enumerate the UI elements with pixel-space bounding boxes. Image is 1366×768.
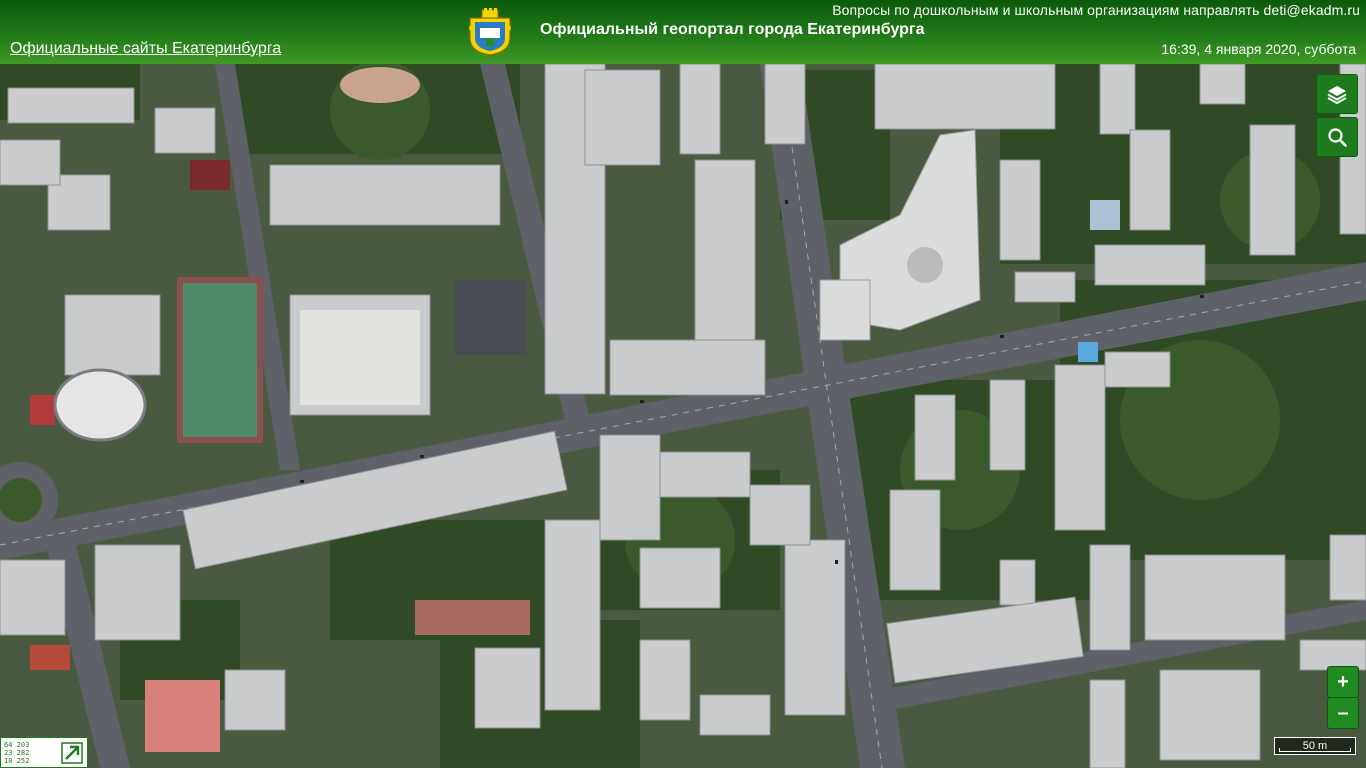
map-imagery: [0, 0, 1366, 768]
expand-arrow-icon: [61, 742, 83, 764]
layers-icon: [1327, 86, 1347, 104]
search-icon: [1328, 128, 1347, 147]
official-sites-link[interactable]: Официальные сайты Екатеринбурга: [10, 40, 281, 58]
layers-button[interactable]: [1316, 74, 1358, 114]
city-coat-of-arms-icon: [464, 8, 516, 56]
header-bar: Вопросы по дошкольным и школьным организ…: [0, 0, 1366, 64]
scale-label: 50 m: [1302, 740, 1328, 752]
school-notice: Вопросы по дошкольным и школьным организ…: [832, 2, 1360, 18]
portal-title: Официальный геопортал города Екатеринбур…: [540, 21, 925, 38]
date-time: 16:39, 4 января 2020, суббота: [1161, 41, 1356, 57]
search-button[interactable]: [1316, 117, 1358, 157]
overview-coords: 64 203 23 282 10 252: [4, 741, 30, 765]
zoom-out-button[interactable]: –: [1327, 697, 1359, 729]
overview-map-toggle[interactable]: 64 203 23 282 10 252: [0, 737, 88, 768]
satellite-map[interactable]: [0, 0, 1366, 768]
scale-bar: 50 m: [1274, 737, 1356, 755]
zoom-in-button[interactable]: +: [1327, 666, 1359, 698]
